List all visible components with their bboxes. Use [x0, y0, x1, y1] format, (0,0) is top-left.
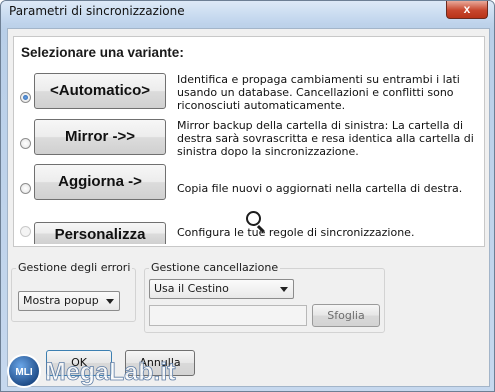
title-bar[interactable]: Parametri di sincronizzazione x — [1, 1, 494, 23]
error-handling-label: Gestione degli errori — [16, 261, 133, 274]
personalizza-description: Configura le tue regole di sincronizzazi… — [177, 226, 415, 239]
mirror-description: Mirror backup della cartella di sinistra… — [177, 119, 474, 158]
close-icon: x — [463, 2, 471, 16]
browse-button[interactable]: Sfoglia — [312, 304, 380, 327]
automatico-description: Identifica e propaga cambiamenti su entr… — [177, 73, 460, 112]
radio-mirror[interactable] — [20, 138, 31, 149]
window-title: Parametri di sincronizzazione — [9, 4, 185, 18]
deletion-handling-label: Gestione cancellazione — [149, 261, 281, 274]
mirror-button[interactable]: Mirror ->> — [34, 119, 166, 155]
error-handling-select[interactable]: Mostra popup — [18, 291, 120, 311]
deletion-handling-group: Gestione cancellazione Usa il Cestino Sf… — [144, 261, 385, 333]
dialog-client-area: Selezionare una variante: <Automatico> I… — [7, 28, 490, 387]
chevron-down-icon — [106, 299, 114, 304]
personalizza-button[interactable]: Personalizza — [34, 222, 166, 244]
radio-aggiorna[interactable] — [20, 183, 31, 194]
radio-personalizza[interactable] — [20, 226, 31, 237]
chevron-down-icon — [280, 287, 288, 292]
megalab-text: MegaLab.it — [45, 358, 176, 386]
deletion-folder-input[interactable] — [149, 305, 307, 326]
magnifier-cursor-icon — [246, 211, 261, 226]
variant-heading: Selezionare una variante: — [21, 45, 184, 60]
deletion-handling-select[interactable]: Usa il Cestino — [149, 279, 294, 299]
megalab-watermark: MLI MegaLab.it — [7, 354, 177, 388]
aggiorna-description: Copia file nuovi o aggiornati nella cart… — [177, 182, 463, 195]
error-handling-group: Gestione degli errori Mostra popup — [11, 261, 136, 322]
close-button[interactable]: x — [446, 1, 488, 19]
deletion-handling-value: Usa il Cestino — [154, 282, 229, 295]
radio-automatico[interactable] — [20, 92, 31, 103]
error-handling-value: Mostra popup — [23, 294, 99, 307]
dialog-window: Parametri di sincronizzazione x Selezion… — [0, 0, 495, 392]
megalab-badge-text: MLI — [15, 367, 32, 378]
aggiorna-button[interactable]: Aggiorna -> — [34, 164, 166, 200]
automatico-button[interactable]: <Automatico> — [34, 73, 166, 109]
